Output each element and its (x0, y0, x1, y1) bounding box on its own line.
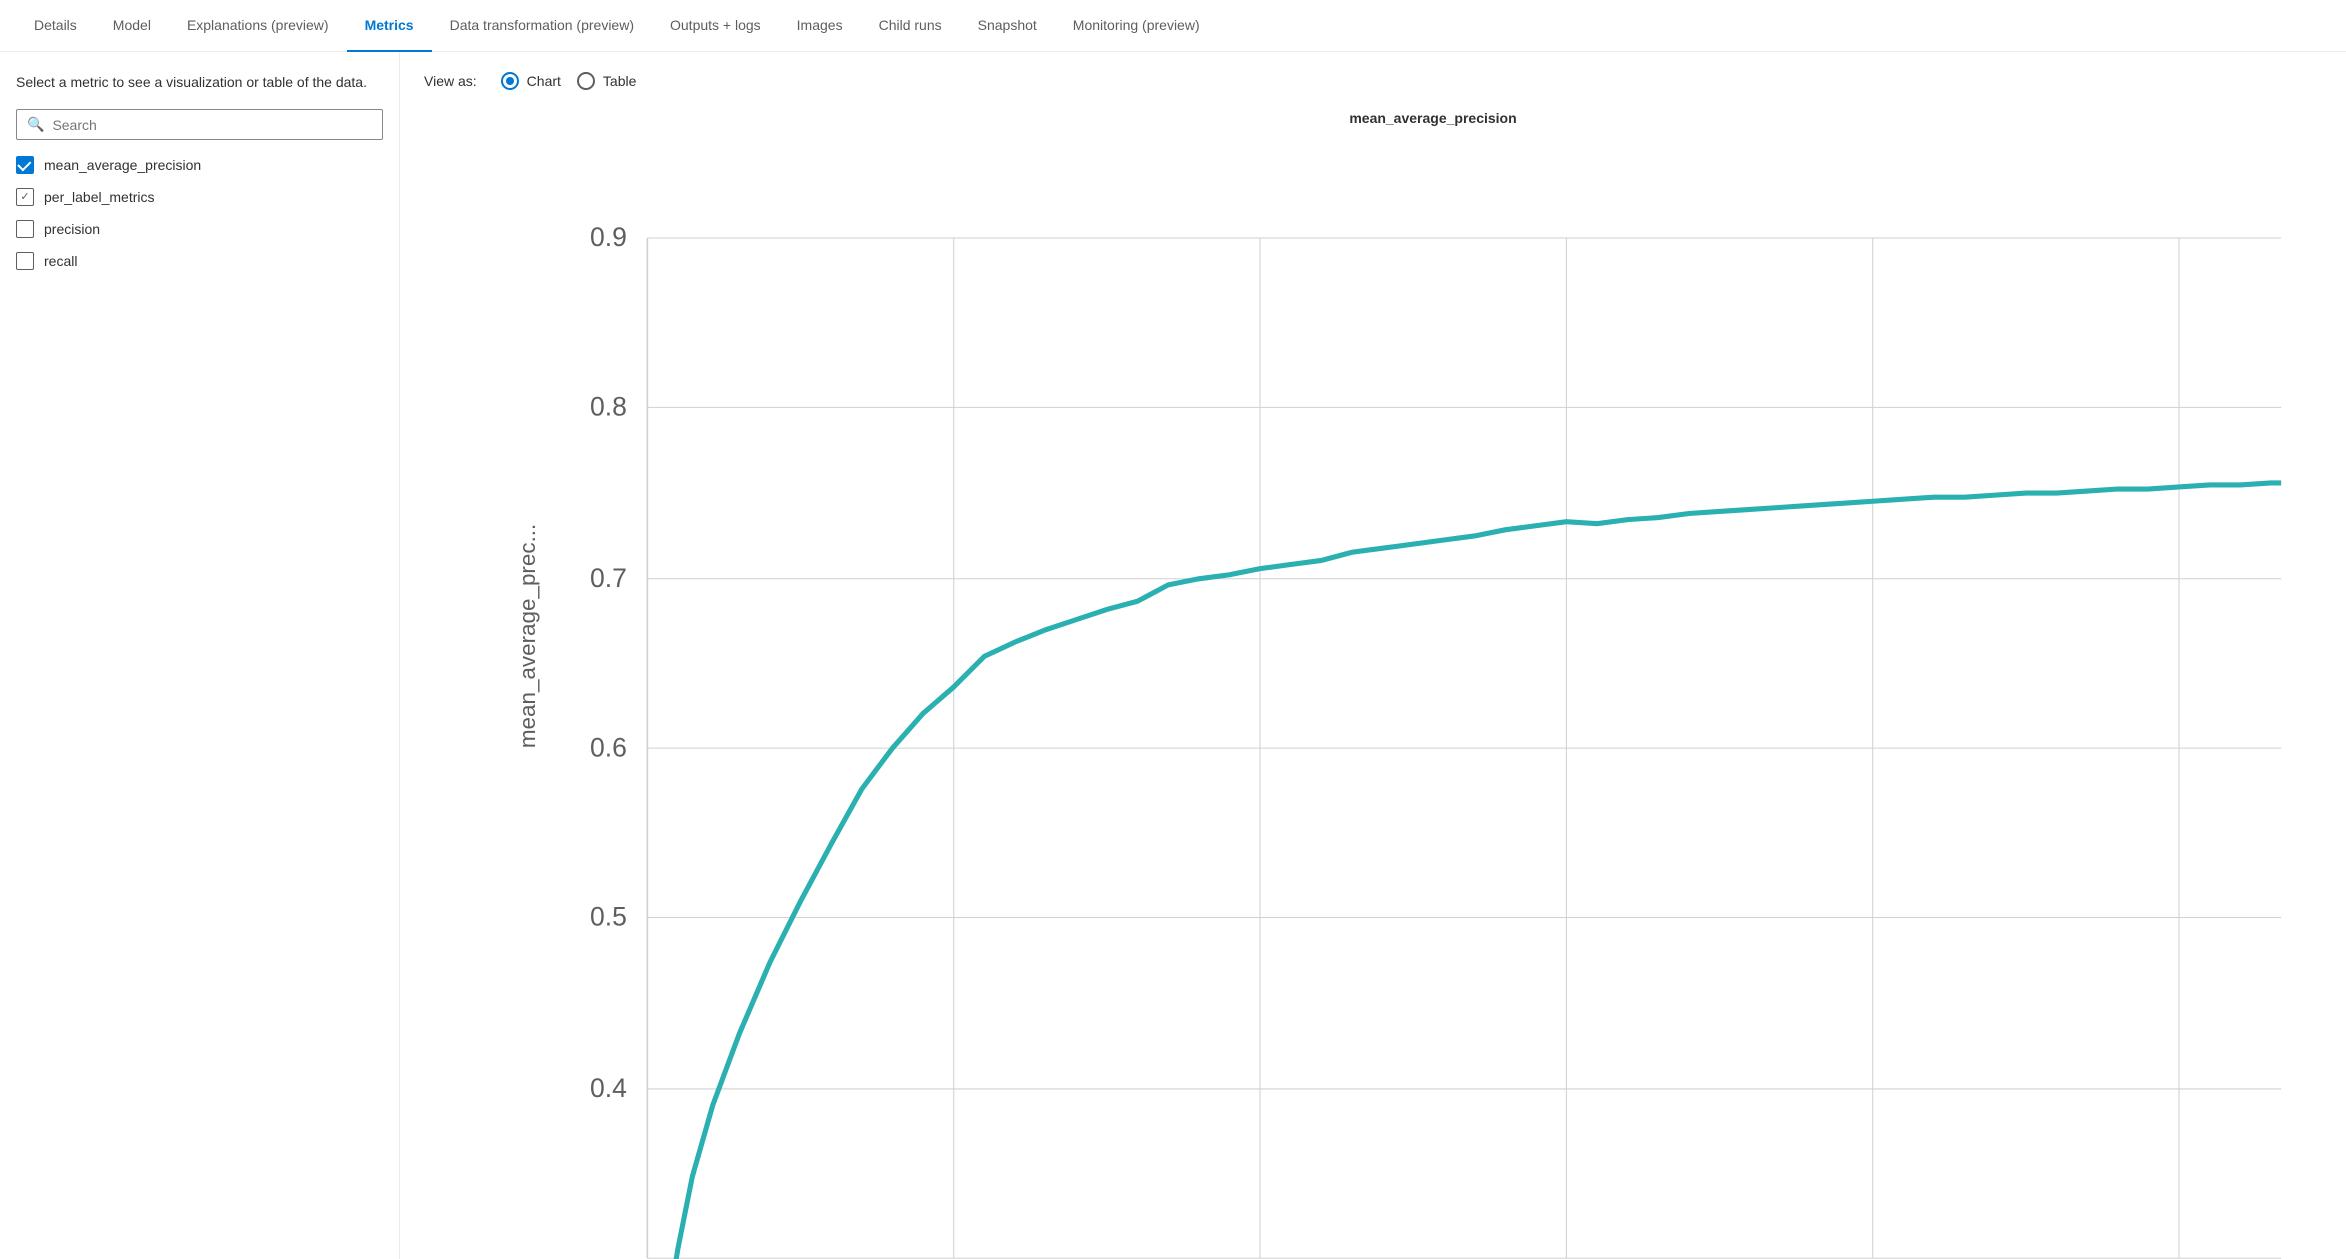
radio-chart[interactable]: Chart (501, 72, 561, 90)
search-box[interactable]: 🔍 (16, 109, 383, 140)
tab-data-transformation[interactable]: Data transformation (preview) (432, 0, 652, 52)
search-icon: 🔍 (27, 116, 44, 133)
svg-text:0.4: 0.4 (590, 1073, 627, 1103)
tab-explanations[interactable]: Explanations (preview) (169, 0, 347, 52)
radio-table[interactable]: Table (577, 72, 636, 90)
metric-item-mean-average-precision[interactable]: mean_average_precision (16, 156, 383, 174)
svg-text:0.6: 0.6 (590, 732, 627, 762)
top-nav: Details Model Explanations (preview) Met… (0, 0, 2346, 52)
radio-circle-table[interactable] (577, 72, 595, 90)
tab-outputs-logs[interactable]: Outputs + logs (652, 0, 779, 52)
view-as-row: View as: Chart Table (424, 72, 2322, 90)
svg-text:0.5: 0.5 (590, 902, 627, 932)
tab-child-runs[interactable]: Child runs (861, 0, 960, 52)
search-input[interactable] (52, 117, 372, 133)
svg-text:0.8: 0.8 (590, 392, 627, 422)
chart-title: mean_average_precision (544, 110, 2322, 126)
right-panel: View as: Chart Table mean_average_precis… (400, 52, 2346, 1259)
metric-label-mean-average-precision: mean_average_precision (44, 157, 201, 173)
tab-model[interactable]: Model (95, 0, 169, 52)
metric-label-precision: precision (44, 221, 100, 237)
radio-circle-chart[interactable] (501, 72, 519, 90)
svg-text:0.7: 0.7 (590, 563, 627, 593)
tab-details[interactable]: Details (16, 0, 95, 52)
svg-text:mean_average_prec...: mean_average_prec... (515, 524, 540, 748)
radio-group: Chart Table (501, 72, 637, 90)
checkbox-mean-average-precision[interactable] (16, 156, 34, 174)
checkbox-recall[interactable] (16, 252, 34, 270)
checkbox-precision[interactable] (16, 220, 34, 238)
svg-text:0.9: 0.9 (590, 222, 627, 252)
radio-label-chart: Chart (527, 73, 561, 89)
description-text: Select a metric to see a visualization o… (16, 72, 383, 93)
tab-monitoring[interactable]: Monitoring (preview) (1055, 0, 1218, 52)
metric-item-per-label-metrics[interactable]: per_label_metrics (16, 188, 383, 206)
chart-svg: 0.9 0.8 0.7 0.6 0.5 0.4 0 5 10 15 20 25 … (484, 136, 2322, 1259)
tab-snapshot[interactable]: Snapshot (960, 0, 1055, 52)
chart-container: mean_average_precision (424, 110, 2322, 1259)
left-panel: Select a metric to see a visualization o… (0, 52, 400, 1259)
chart-inner: 0.9 0.8 0.7 0.6 0.5 0.4 0 5 10 15 20 25 … (484, 136, 2322, 1259)
metric-label-recall: recall (44, 253, 77, 269)
view-as-label: View as: (424, 73, 477, 89)
tab-metrics[interactable]: Metrics (347, 0, 432, 52)
metric-label-per-label-metrics: per_label_metrics (44, 189, 155, 205)
main-layout: Select a metric to see a visualization o… (0, 52, 2346, 1259)
tab-images[interactable]: Images (779, 0, 861, 52)
metrics-list: mean_average_precision per_label_metrics… (16, 156, 383, 270)
metric-item-recall[interactable]: recall (16, 252, 383, 270)
checkbox-per-label-metrics[interactable] (16, 188, 34, 206)
metric-item-precision[interactable]: precision (16, 220, 383, 238)
radio-label-table: Table (603, 73, 636, 89)
